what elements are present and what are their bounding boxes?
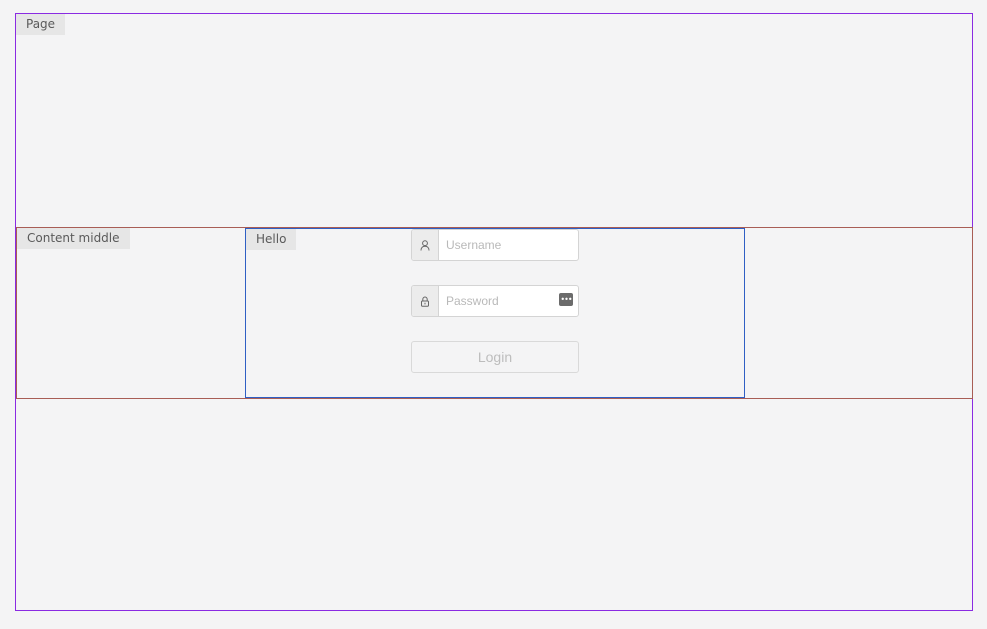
lock-icon: [412, 286, 439, 316]
password-toggle-glyph: •••: [560, 294, 572, 304]
username-input[interactable]: [439, 230, 578, 260]
password-toggle-icon[interactable]: •••: [559, 293, 573, 306]
password-field[interactable]: •••: [411, 285, 579, 317]
user-icon: [412, 230, 439, 260]
login-button[interactable]: Login: [411, 341, 579, 373]
username-field[interactable]: [411, 229, 579, 261]
content-middle-tag: Content middle: [17, 228, 130, 249]
password-input[interactable]: [439, 286, 578, 316]
hello-tag: Hello: [246, 229, 297, 250]
page-tag: Page: [16, 14, 66, 35]
